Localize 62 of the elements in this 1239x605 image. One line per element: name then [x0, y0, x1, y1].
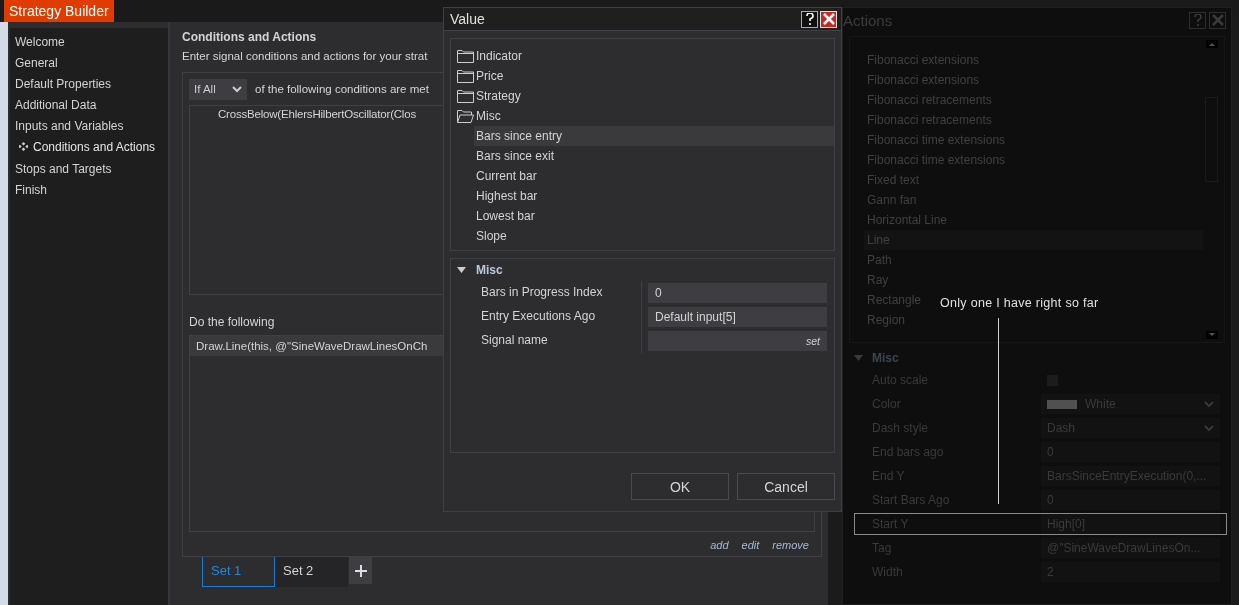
help-button[interactable] [801, 10, 818, 28]
open-folder-icon [457, 109, 474, 123]
dialog-title: Value [450, 11, 486, 27]
link[interactable]: add [710, 539, 729, 551]
chevron-down-icon [232, 85, 242, 93]
annotation-text: Only one I have right so far [940, 296, 1099, 310]
close-icon [822, 13, 835, 25]
actions-label: Do the following [189, 315, 275, 331]
triangle-icon [457, 267, 466, 273]
input-field[interactable]: Default input[5] [648, 307, 827, 327]
folder-icon [457, 69, 474, 83]
help-icon [805, 13, 814, 25]
triangle-icon [854, 355, 863, 361]
tree-folder[interactable]: Strategy [457, 86, 834, 106]
input-field[interactable]: set [648, 331, 827, 351]
section-title: Conditions and Actions [182, 30, 318, 46]
sidebar-item[interactable]: Stops and Targets [10, 161, 168, 182]
sidebar-item[interactable]: Additional Data [10, 97, 168, 118]
property-label: Bars in Progress Index [481, 281, 642, 305]
tree-item[interactable]: Bars since entry [474, 126, 834, 146]
tree-item[interactable]: Lowest bar [474, 206, 834, 226]
input-field[interactable]: 0 [648, 283, 827, 303]
close-icon [1211, 14, 1224, 26]
sidebar-item[interactable]: Finish [10, 182, 168, 203]
tree-folder[interactable]: Misc [457, 106, 834, 126]
scrollbar[interactable] [1205, 37, 1218, 342]
tree-item[interactable]: Highest bar [474, 186, 834, 206]
tree-folder[interactable]: Price [457, 66, 834, 86]
link[interactable]: edit [741, 539, 760, 551]
property-label: Entry Executions Ago [481, 305, 642, 329]
sidebar-item[interactable]: Default Properties [10, 76, 168, 97]
add-set-button[interactable] [349, 557, 372, 584]
folder-icon [457, 89, 474, 103]
app-title-tab[interactable]: Strategy Builder [4, 0, 114, 22]
set-tab[interactable]: Set 1 [202, 557, 275, 587]
bullet-icon [19, 142, 28, 151]
sidebar-item[interactable]: Inputs and Variables [10, 118, 168, 139]
scroll-up-icon [1205, 40, 1218, 48]
sidebar-item[interactable]: General [10, 55, 168, 76]
link[interactable]: remove [772, 539, 809, 551]
dialog-button[interactable]: OK [631, 473, 729, 500]
section-header[interactable]: Misc [849, 347, 1225, 369]
section-header[interactable]: Misc [451, 259, 834, 281]
condition-mode-dropdown[interactable]: If All [189, 78, 247, 100]
description-text: Enter signal conditions and actions for your strat [182, 50, 428, 64]
tree-item[interactable]: Slope [474, 226, 834, 246]
tree-folder[interactable]: Indicator [457, 46, 834, 66]
folder-icon [457, 49, 474, 63]
tree-item[interactable]: Bars since exit [474, 146, 834, 166]
chevron-down-icon [1204, 424, 1214, 432]
sidebar-item[interactable]: Welcome [10, 34, 168, 55]
scroll-down-icon [1205, 331, 1218, 339]
plus-icon [354, 564, 367, 577]
property-label: Signal name [481, 329, 642, 353]
tree-item[interactable]: Current bar [474, 166, 834, 186]
help-icon [1193, 14, 1202, 26]
sidebar-item[interactable]: Conditions and Actions [10, 139, 168, 161]
chevron-down-icon [1204, 400, 1214, 408]
condition-text: of the following conditions are met [255, 83, 429, 95]
set-tab[interactable]: Set 2 [275, 557, 348, 587]
dialog-button[interactable]: Cancel [737, 473, 835, 500]
set-link[interactable]: set [806, 335, 820, 347]
